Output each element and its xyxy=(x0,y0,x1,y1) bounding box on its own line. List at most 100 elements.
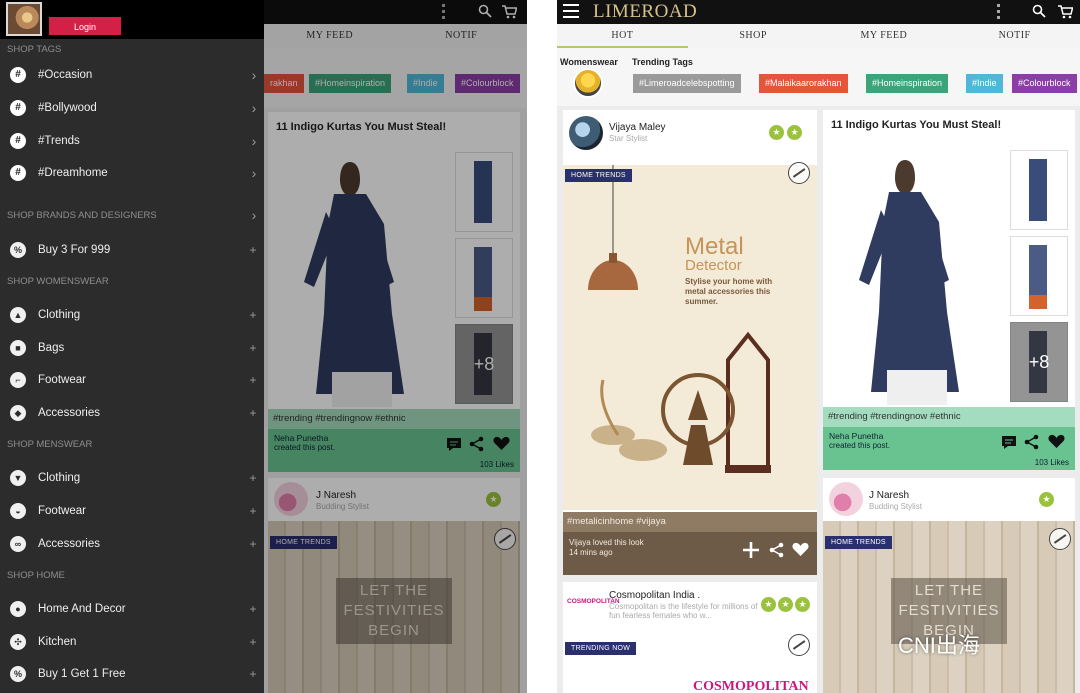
cart-icon[interactable] xyxy=(1057,4,1073,19)
likes-count[interactable]: 103 Likes xyxy=(1035,458,1069,467)
search-icon[interactable] xyxy=(1032,4,1046,18)
drawer-item-buy-1-get-1[interactable]: % Buy 1 Get 1 Free + xyxy=(0,658,264,690)
shirt-icon: ▼ xyxy=(10,470,26,486)
drawer-header: Login xyxy=(0,0,264,39)
navigation-drawer: Login SHOP TAGS # #Occasion › # #Bollywo… xyxy=(0,0,264,693)
share-icon[interactable] xyxy=(769,542,785,558)
drawer-item-women-accessories[interactable]: ◆ Accessories + xyxy=(0,397,264,429)
drawer-item-women-footwear[interactable]: ⌐ Footwear + xyxy=(0,364,264,396)
drawer-item-men-footwear[interactable]: ◒ Footwear + xyxy=(0,495,264,527)
chevron-right-icon: › xyxy=(251,165,257,181)
hashtags[interactable]: #trending #trendingnow #ethnic xyxy=(828,411,961,422)
user-name[interactable]: Vijaya Maley xyxy=(609,122,666,133)
avatar[interactable] xyxy=(829,482,863,516)
hashtags[interactable]: #metalicinhome #vijaya xyxy=(567,516,666,527)
more-images-count[interactable]: +8 xyxy=(1010,322,1068,402)
user-name[interactable]: Cosmopolitan India . xyxy=(609,590,700,601)
drawer-item-kitchen[interactable]: ✣ Kitchen + xyxy=(0,626,264,658)
hashtag-icon: # xyxy=(10,67,26,83)
plus-icon: + xyxy=(249,471,257,485)
plus-icon: + xyxy=(249,504,257,518)
tag-chip[interactable]: #Limeroadcelebspotting xyxy=(633,74,741,93)
avatar[interactable] xyxy=(569,116,603,150)
ad-subtitle: Detector xyxy=(685,257,742,274)
section-shop-tags: SHOP TAGS xyxy=(7,44,62,55)
tag-chip[interactable]: #Malaikaarorakhan xyxy=(759,74,848,93)
drawer-scrim[interactable] xyxy=(264,0,527,693)
product-thumbnail[interactable] xyxy=(1010,236,1068,316)
trending-tags-label: Trending Tags xyxy=(632,57,693,67)
plus-icon: + xyxy=(249,537,257,551)
star-badge-icon: ★ xyxy=(769,125,784,140)
drawer-item-women-clothing[interactable]: ▲ Clothing + xyxy=(0,299,264,331)
hashtag-icon: # xyxy=(10,165,26,181)
star-badge-icon: ★ xyxy=(778,597,793,612)
plus-icon: + xyxy=(249,635,257,649)
no-share-icon[interactable] xyxy=(788,634,810,656)
drawer-item-label: Footwear xyxy=(38,374,86,386)
post-card-naresh[interactable]: J Naresh Budding Stylist ★ HOME TRENDS L… xyxy=(823,478,1075,693)
trending-tag-strip: Womenswear Trending Tags #Limeroadcelebs… xyxy=(557,48,1080,106)
drawer-item-bollywood[interactable]: # #Bollywood › xyxy=(0,92,264,124)
tab-shop[interactable]: SHOP xyxy=(688,24,819,48)
profile-avatar[interactable] xyxy=(6,2,42,36)
post-card-cosmopolitan[interactable]: COSMOPOLITAN Cosmopolitan India . Cosmop… xyxy=(563,582,817,693)
diamond-icon: ◆ xyxy=(10,405,26,421)
dish-icon: ✣ xyxy=(10,634,26,650)
home-trends-badge: HOME TRENDS xyxy=(565,169,632,182)
app-logo[interactable]: LIMEROAD xyxy=(593,1,697,23)
drawer-item-label: Clothing xyxy=(38,472,81,484)
womenswear-avatar[interactable] xyxy=(573,68,603,98)
add-icon[interactable] xyxy=(742,541,760,559)
drawer-item-brands-designers[interactable]: SHOP BRANDS AND DESIGNERS › xyxy=(0,200,264,230)
section-shop-home: SHOP HOME xyxy=(7,570,65,581)
timestamp: 14 mins ago xyxy=(569,548,613,557)
drawer-item-label: Bags xyxy=(38,342,65,354)
tab-hot[interactable]: HOT xyxy=(557,24,688,48)
drawer-item-women-bags[interactable]: ■ Bags + xyxy=(0,332,264,364)
hashtag-strip: #trending #trendingnow #ethnic xyxy=(823,407,1075,427)
no-share-icon[interactable] xyxy=(1049,528,1071,550)
login-button[interactable]: Login xyxy=(49,17,121,35)
drawer-item-occasion[interactable]: # #Occasion › xyxy=(0,59,264,91)
star-badge-icon: ★ xyxy=(795,597,810,612)
ad-text: Stylise your home with metal accessories… xyxy=(685,277,773,306)
heart-icon[interactable] xyxy=(792,542,809,557)
tab-notif[interactable]: NOTIF xyxy=(949,24,1080,48)
share-icon[interactable] xyxy=(1024,434,1040,450)
author-name[interactable]: Neha Punetha xyxy=(829,431,883,441)
lamp-icon: ● xyxy=(10,601,26,617)
product-thumbnail[interactable] xyxy=(1010,150,1068,230)
hamburger-menu-icon[interactable] xyxy=(563,4,579,18)
drawer-item-dreamhome[interactable]: # #Dreamhome › xyxy=(0,157,264,189)
percent-icon: % xyxy=(10,242,26,258)
user-name[interactable]: J Naresh xyxy=(869,490,909,501)
watermark: CNI出海 xyxy=(898,633,980,658)
post-card-kurtas[interactable]: 11 Indigo Kurtas You Must Steal! +8 #tre… xyxy=(823,110,1075,470)
more-icon[interactable] xyxy=(997,4,1000,20)
tag-chip[interactable]: #Homeinspiration xyxy=(866,74,949,93)
tag-chip[interactable]: #Colourblock xyxy=(1012,74,1077,93)
drawer-item-label: Accessories xyxy=(38,407,100,419)
post-image[interactable] xyxy=(563,165,817,510)
hashtag-icon: # xyxy=(10,133,26,149)
drawer-item-home-decor[interactable]: ● Home And Decor + xyxy=(0,593,264,625)
tab-my-feed[interactable]: MY FEED xyxy=(819,24,950,48)
section-shop-brands: SHOP BRANDS AND DESIGNERS xyxy=(7,209,157,221)
drawer-item-men-clothing[interactable]: ▼ Clothing + xyxy=(0,462,264,494)
home-trends-badge: HOME TRENDS xyxy=(825,536,892,549)
trending-now-badge: TRENDING NOW xyxy=(565,642,637,655)
drawer-item-men-accessories[interactable]: ∞ Accessories + xyxy=(0,528,264,560)
no-share-icon[interactable] xyxy=(788,162,810,184)
drawer-item-buy-3-for-999[interactable]: % Buy 3 For 999 + xyxy=(0,234,264,266)
drawer-item-trends[interactable]: # #Trends › xyxy=(0,125,264,157)
drawer-item-label: Clothing xyxy=(38,309,81,321)
comment-icon[interactable] xyxy=(1001,435,1017,449)
tag-chip[interactable]: #Indie xyxy=(966,74,1003,93)
post-card-vijaya[interactable]: Vijaya Maley Star Stylist ★ ★ HOME TREND… xyxy=(563,110,817,575)
plus-icon: + xyxy=(249,667,257,681)
product-main-image[interactable] xyxy=(827,150,1004,405)
heart-icon[interactable] xyxy=(1048,434,1065,449)
left-screen: MY FEED NOTIF rakhan #Homeinspiration #I… xyxy=(0,0,527,693)
plus-icon: + xyxy=(249,243,257,257)
